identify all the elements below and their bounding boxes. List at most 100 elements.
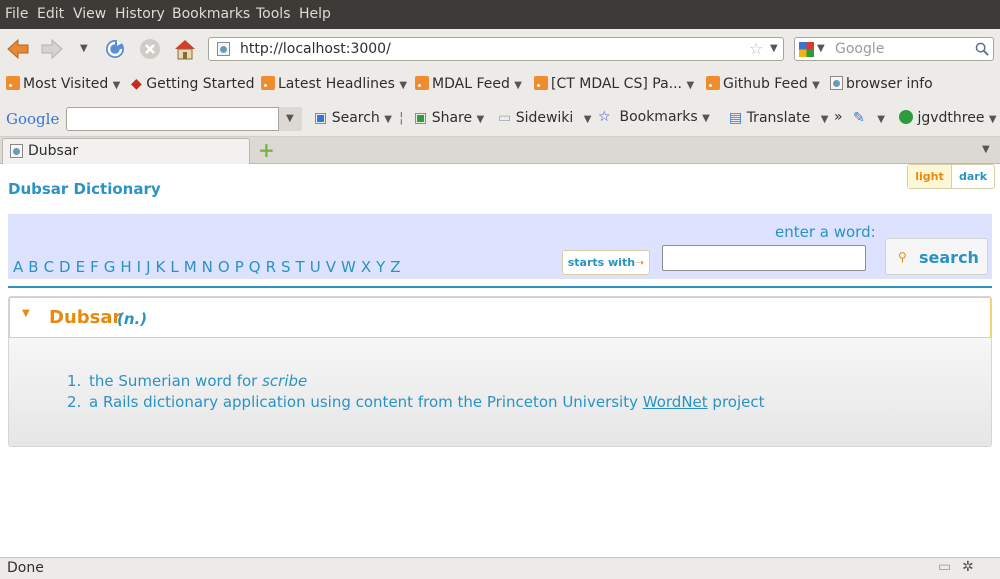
- chevron-down-icon[interactable]: ▼: [286, 113, 294, 124]
- google-bookmarks-button[interactable]: ☆ Bookmarks ▼: [598, 109, 710, 125]
- history-dropdown-icon[interactable]: ▼: [80, 43, 88, 54]
- entry-body: 1. the Sumerian word for scribe 2. a Rails…: [9, 338, 991, 446]
- letter-link[interactable]: Z: [390, 258, 400, 276]
- letter-link[interactable]: T: [296, 258, 305, 276]
- letter-link[interactable]: B: [28, 258, 38, 276]
- letter-link[interactable]: A: [13, 258, 23, 276]
- bug-icon[interactable]: ✲: [962, 559, 974, 575]
- word-input[interactable]: [662, 245, 866, 271]
- tab-list-dropdown-icon[interactable]: ▼: [982, 144, 990, 155]
- bookmark-label: Getting Started: [146, 76, 255, 92]
- letter-link[interactable]: E: [76, 258, 85, 276]
- magnifier-icon[interactable]: [975, 42, 990, 57]
- bookmark-most-visited[interactable]: Most Visited ▼: [6, 76, 120, 92]
- letter-link[interactable]: N: [202, 258, 213, 276]
- label: jgvdthree: [917, 110, 985, 126]
- bookmark-label: Latest Headlines: [278, 76, 395, 92]
- google-search-dropdown[interactable]: ▼: [278, 107, 302, 131]
- letter-link[interactable]: L: [170, 258, 178, 276]
- search-button-label: search: [919, 248, 979, 267]
- share-icon: ▣: [414, 110, 428, 126]
- menu-file[interactable]: File: [5, 6, 28, 22]
- letter-link[interactable]: G: [104, 258, 116, 276]
- bookmark-getting-started[interactable]: ◆ Getting Started: [131, 76, 254, 92]
- translate-button[interactable]: ▤ Translate ▼: [729, 110, 828, 126]
- part-of-speech: (n.): [117, 310, 148, 328]
- letter-link[interactable]: H: [120, 258, 131, 276]
- letter-link[interactable]: D: [59, 258, 71, 276]
- google-search-button[interactable]: ▣ Search ▼: [314, 110, 392, 126]
- reload-icon[interactable]: [103, 37, 127, 61]
- tab-dubsar[interactable]: Dubsar: [2, 138, 250, 164]
- back-arrow-icon[interactable]: [6, 37, 30, 61]
- letter-link[interactable]: F: [90, 258, 99, 276]
- letter-link[interactable]: U: [310, 258, 321, 276]
- google-g-icon: ▣: [314, 110, 328, 126]
- stop-icon[interactable]: [138, 37, 162, 61]
- menu-tools[interactable]: Tools: [256, 6, 291, 22]
- feed-icon: [6, 76, 20, 90]
- url-text[interactable]: http://localhost:3000/: [240, 41, 391, 57]
- wrench-button[interactable]: ✎ ▼: [853, 110, 885, 126]
- definition-list: 1. the Sumerian word for scribe 2. a Rails…: [67, 371, 765, 413]
- letter-link[interactable]: R: [266, 258, 276, 276]
- bookmark-ct-mdal-cs[interactable]: [CT MDAL CS] Pa... ▼: [534, 76, 694, 92]
- notes-icon[interactable]: ▭: [938, 559, 951, 575]
- bookmark-mdal-feed[interactable]: MDAL Feed ▼: [415, 76, 522, 92]
- menu-edit[interactable]: Edit: [37, 6, 64, 22]
- site-title[interactable]: Dubsar Dictionary: [8, 180, 161, 198]
- label: Sidewiki: [515, 110, 574, 126]
- bookmark-browser-info[interactable]: browser info: [830, 76, 933, 92]
- letter-link[interactable]: X: [361, 258, 371, 276]
- url-bar[interactable]: http://localhost:3000/ ☆ ▼: [208, 37, 784, 61]
- letter-link[interactable]: Y: [376, 258, 385, 276]
- firefox-icon: ◆: [131, 76, 142, 92]
- user-account-button[interactable]: jgvdthree ▼: [899, 110, 997, 126]
- forward-arrow-icon[interactable]: [40, 37, 64, 61]
- site-identity-icon[interactable]: [217, 42, 230, 56]
- letter-link[interactable]: O: [218, 258, 230, 276]
- new-tab-plus-icon[interactable]: +: [258, 138, 275, 162]
- tab-title: Dubsar: [28, 143, 79, 159]
- sidewiki-button[interactable]: ▭ Sidewiki ▼: [498, 110, 591, 126]
- theme-dark-button[interactable]: dark: [952, 165, 994, 188]
- menu-view[interactable]: View: [73, 6, 106, 22]
- search-bar[interactable]: ▼ Google: [794, 37, 994, 61]
- menu-bookmarks[interactable]: Bookmarks: [172, 6, 250, 22]
- menu-help[interactable]: Help: [299, 6, 331, 22]
- definition-number: 2.: [67, 393, 82, 411]
- letter-link[interactable]: W: [341, 258, 356, 276]
- url-dropdown-icon[interactable]: ▼: [770, 43, 778, 54]
- letter-link[interactable]: J: [146, 258, 150, 276]
- letter-link[interactable]: Q: [249, 258, 261, 276]
- entry-header[interactable]: ▼ Dubsar (n.): [9, 297, 991, 338]
- arrow-right-icon: ➝: [635, 256, 645, 269]
- collapse-triangle-icon[interactable]: ▼: [22, 308, 30, 319]
- bookmark-github-feed[interactable]: Github Feed ▼: [706, 76, 820, 92]
- google-g-icon[interactable]: [799, 42, 814, 57]
- menu-history[interactable]: History: [115, 6, 165, 22]
- search-engine-dropdown-icon[interactable]: ▼: [817, 43, 825, 54]
- search-placeholder[interactable]: Google: [835, 41, 884, 57]
- search-band: ABCDEFGHIJKLMNOPQRSTUVWXYZ enter a word:…: [8, 214, 992, 279]
- starts-with-label: starts with: [567, 256, 636, 269]
- letter-link[interactable]: M: [184, 258, 197, 276]
- sidewiki-icon: ▭: [498, 110, 512, 126]
- share-button[interactable]: ▣ Share ▼: [414, 110, 484, 126]
- feed-icon: [415, 76, 429, 90]
- letter-link[interactable]: K: [156, 258, 166, 276]
- letter-link[interactable]: S: [281, 258, 291, 276]
- starts-with-button[interactable]: starts with➝: [562, 250, 650, 275]
- wordnet-link[interactable]: WordNet: [643, 393, 708, 411]
- theme-light-button[interactable]: light: [908, 165, 952, 188]
- more-chevron-icon[interactable]: »: [834, 109, 843, 125]
- letter-link[interactable]: I: [137, 258, 141, 276]
- search-button[interactable]: ⚲ search: [885, 238, 988, 275]
- bookmark-latest-headlines[interactable]: Latest Headlines ▼: [261, 76, 407, 92]
- home-icon[interactable]: [173, 37, 197, 61]
- google-search-input[interactable]: [66, 107, 302, 131]
- letter-link[interactable]: C: [44, 258, 54, 276]
- letter-link[interactable]: P: [235, 258, 244, 276]
- letter-link[interactable]: V: [326, 258, 336, 276]
- bookmark-star-icon[interactable]: ☆: [749, 39, 763, 58]
